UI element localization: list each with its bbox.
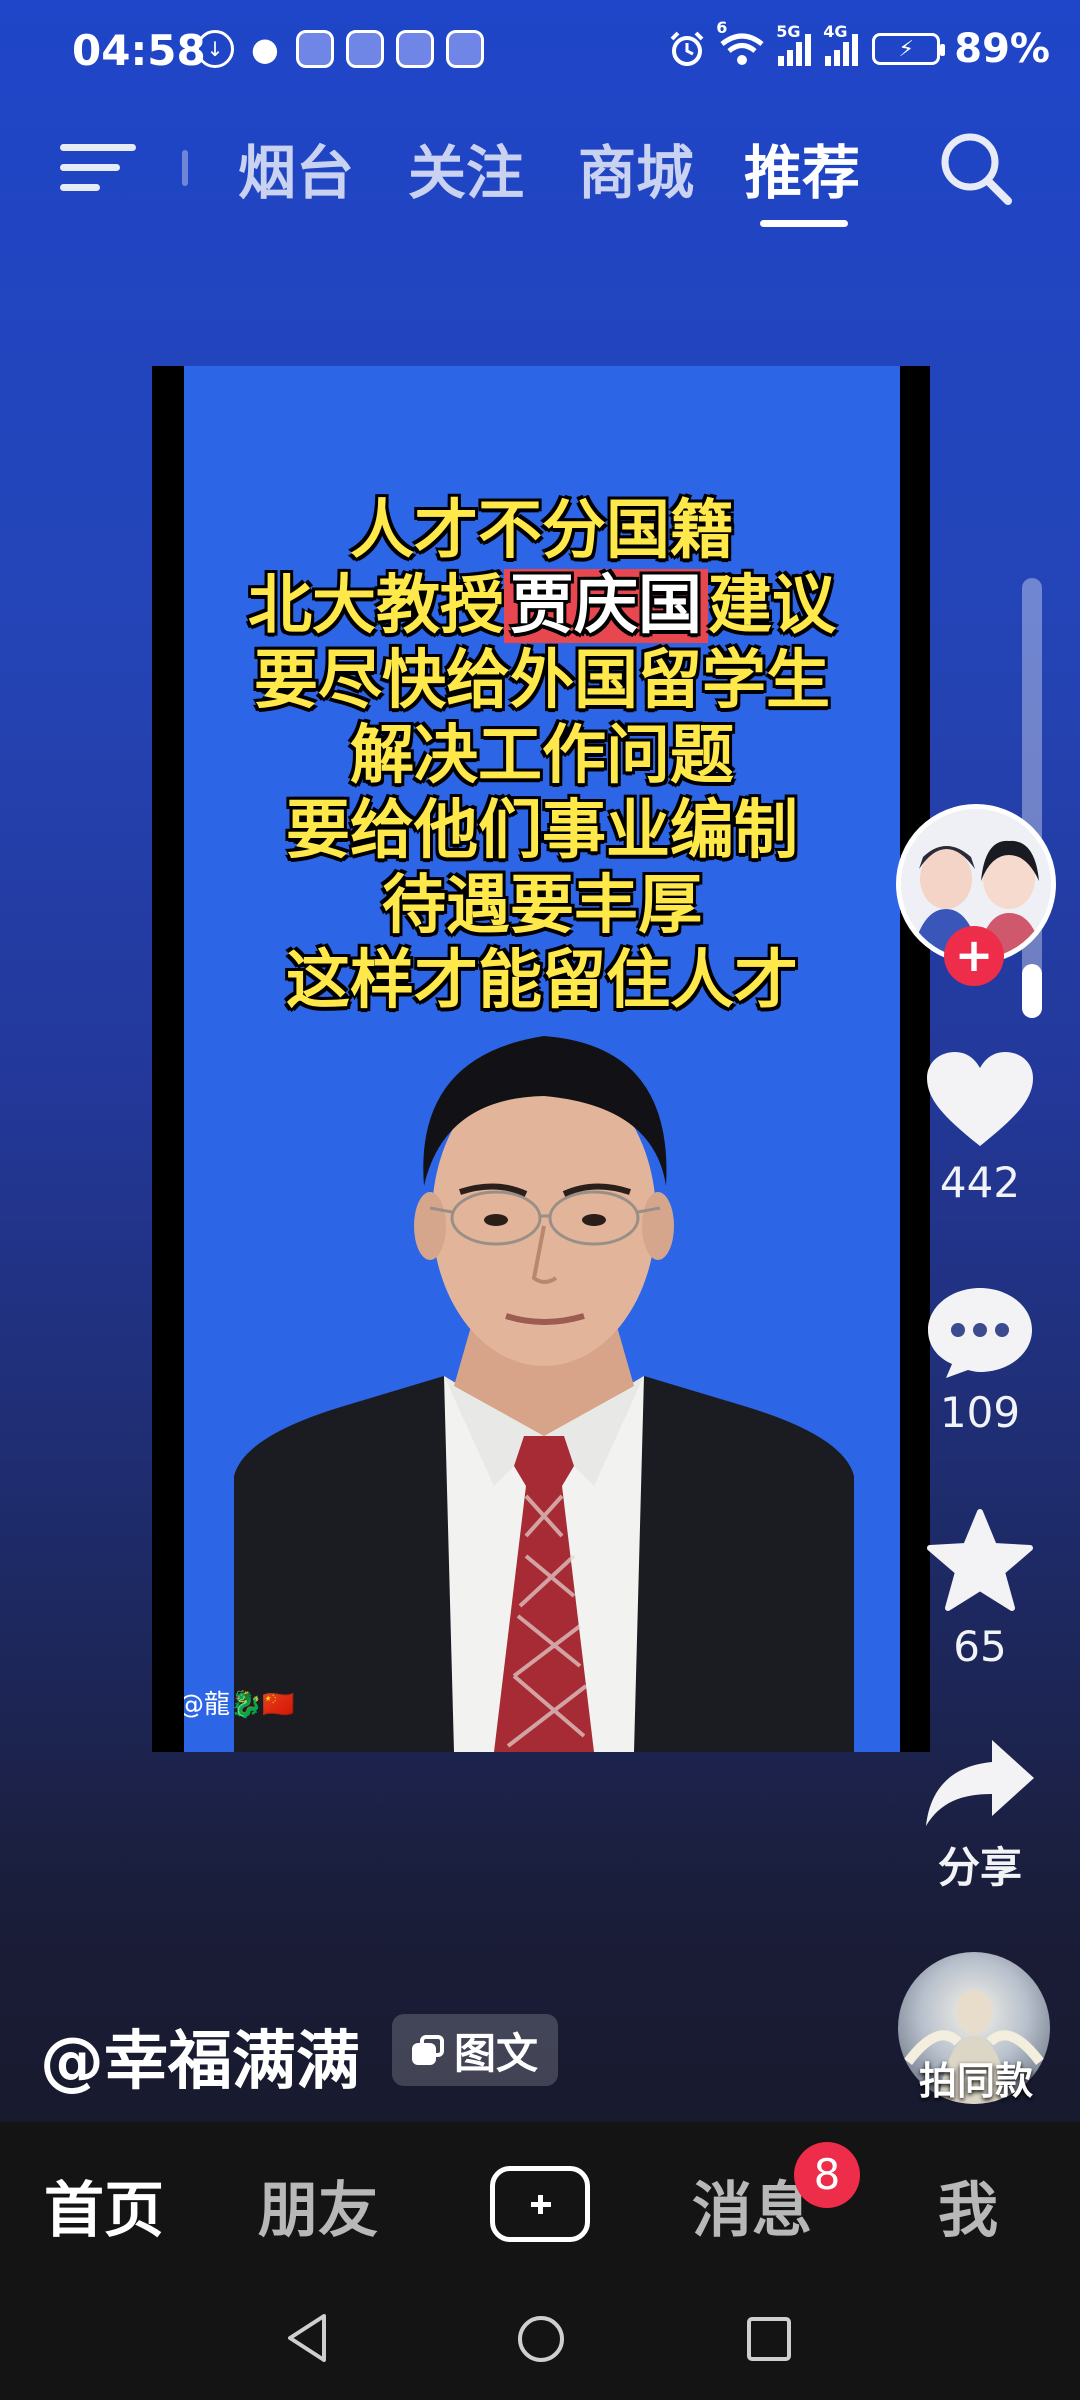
tab-recommend[interactable]: 推荐: [744, 126, 860, 210]
wechat-icon: ●: [251, 30, 279, 68]
scrollbar-thumb[interactable]: [1022, 964, 1042, 1018]
caption-line: 这样才能留住人才: [286, 944, 798, 1018]
video-frame: 人才不分国籍 北大教授贾庆国建议 要尽快给外国留学生 解决工作问题 要给他们事业…: [184, 366, 900, 1752]
nav-me[interactable]: 我: [938, 2162, 998, 2249]
caption-line: 要尽快给外国留学生: [254, 644, 830, 718]
nav-home[interactable]: 首页: [44, 2162, 164, 2249]
star-icon: [927, 1509, 1033, 1611]
alarm-icon: [670, 31, 704, 66]
active-tab-indicator: [760, 220, 848, 227]
share-button[interactable]: 分享: [900, 1736, 1060, 1895]
status-right: 6 5G 4G ⚡ 89%: [668, 18, 1050, 72]
comment-count: 109: [939, 1388, 1021, 1437]
battery-percent: 89%: [954, 26, 1050, 72]
messages-badge: 8: [794, 2142, 860, 2208]
video-player[interactable]: 人才不分国籍 北大教授贾庆国建议 要尽快给外国留学生 解决工作问题 要给他们事业…: [152, 366, 930, 1752]
wifi-icon: 6: [716, 18, 764, 66]
like-button[interactable]: 442: [900, 1050, 1060, 1207]
favorite-button[interactable]: 65: [900, 1508, 1060, 1671]
caption-line: 待遇要丰厚: [382, 869, 702, 943]
recents-icon[interactable]: [746, 2316, 792, 2362]
tab-mall[interactable]: 商城: [578, 126, 694, 210]
comment-icon: [928, 1288, 1032, 1378]
progress-scrollbar[interactable]: [1022, 578, 1042, 1018]
nav-divider: [182, 150, 188, 186]
wifi-6-label: 6: [716, 18, 728, 37]
app-notification-icon: [396, 30, 434, 68]
tab-yantai[interactable]: 烟台: [238, 126, 354, 210]
comment-button[interactable]: 109: [900, 1284, 1060, 1437]
caption-line: 北大教授贾庆国建议: [184, 569, 900, 644]
follow-button[interactable]: +: [944, 926, 1004, 986]
status-bar: 04:58 ↓ ● 6 5G 4G ⚡ 89%: [0, 0, 1080, 100]
menu-icon[interactable]: [60, 132, 140, 202]
caption-text: 北大教授: [248, 569, 504, 643]
5g-label: 5G: [776, 22, 801, 41]
caption-text: 建议: [708, 569, 836, 643]
video-watermark: @龍🐉🇨🇳: [184, 1690, 295, 1720]
4g-label: 4G: [823, 22, 848, 41]
heart-icon: [927, 1052, 1033, 1146]
app-notification-icon: [346, 30, 384, 68]
image-text-icon: [412, 2035, 444, 2065]
bottom-nav: 首页 朋友 消息 8 我: [0, 2122, 1080, 2282]
back-icon[interactable]: [284, 2312, 330, 2364]
remix-label[interactable]: 拍同款: [896, 2050, 1056, 2105]
author-name[interactable]: @幸福满满: [40, 2010, 360, 2102]
top-nav: 烟台 关注 商城 推荐: [0, 120, 1080, 230]
caption-line: 要给他们事业编制: [286, 794, 798, 868]
system-nav-bar: [0, 2282, 1080, 2400]
video-caption: 人才不分国籍 北大教授贾庆国建议 要尽快给外国留学生 解决工作问题 要给他们事业…: [184, 494, 900, 1019]
5g-signal-icon: 5G: [776, 22, 812, 66]
caption-line: 人才不分国籍: [350, 494, 734, 568]
battery-icon: ⚡: [872, 33, 946, 65]
notification-icons: ↓ ●: [196, 30, 484, 68]
home-icon[interactable]: [516, 2314, 566, 2364]
share-icon: [926, 1740, 1034, 1826]
post-type-label: 图文: [454, 2028, 539, 2078]
caption-highlight-name: 贾庆国: [504, 569, 708, 643]
search-icon[interactable]: [938, 128, 1014, 208]
favorite-count: 65: [953, 1622, 1007, 1671]
like-count: 442: [939, 1158, 1021, 1207]
share-label: 分享: [937, 1843, 1022, 1892]
caption-line: 解决工作问题: [350, 719, 734, 793]
tab-following[interactable]: 关注: [408, 126, 524, 210]
4g-signal-icon: 4G: [823, 22, 859, 66]
data-saver-icon: ↓: [196, 30, 234, 68]
post-type-badge: 图文: [392, 2014, 559, 2086]
app-notification-icon: [446, 30, 484, 68]
create-post-button[interactable]: [490, 2166, 590, 2242]
app-notification-icon: [296, 30, 334, 68]
status-time: 04:58: [72, 26, 206, 75]
nav-friends[interactable]: 朋友: [258, 2162, 378, 2249]
portrait-image: [234, 1036, 854, 1752]
